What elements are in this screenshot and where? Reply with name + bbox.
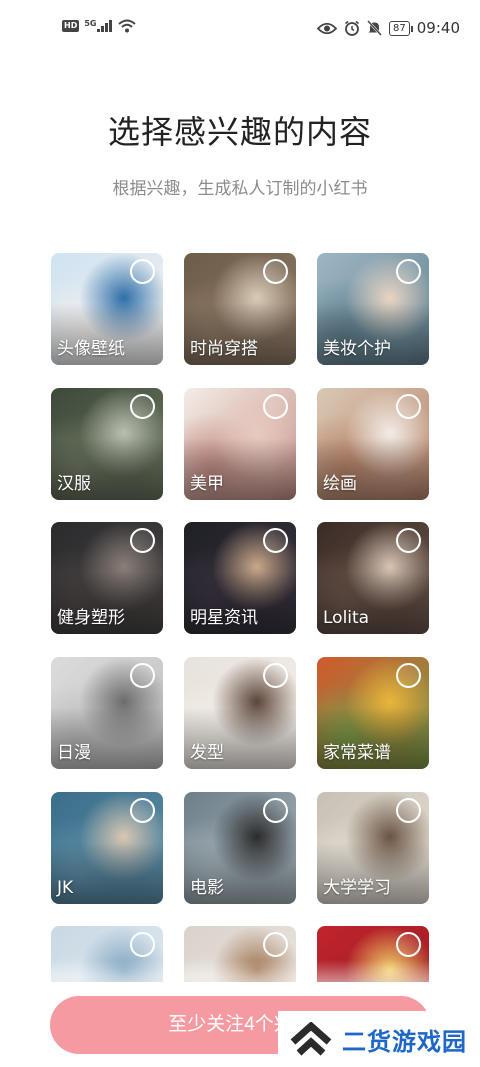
select-circle-icon[interactable]	[130, 259, 155, 284]
category-tile[interactable]: 绘画	[317, 388, 429, 500]
select-circle-icon[interactable]	[396, 663, 421, 688]
category-label: 电影	[190, 878, 224, 898]
category-tile[interactable]: 时尚穿搭	[184, 253, 296, 365]
category-label: Lolita	[323, 608, 370, 628]
select-circle-icon[interactable]	[396, 394, 421, 419]
eye-icon	[317, 22, 338, 34]
select-circle-icon[interactable]	[130, 394, 155, 419]
page-subtitle: 根据兴趣，生成私人订制的小红书	[112, 179, 368, 199]
select-circle-icon[interactable]	[396, 259, 421, 284]
category-tile[interactable]: 发型	[184, 657, 296, 769]
status-bar: HD 5G 87 09:40	[0, 0, 480, 58]
battery-indicator: 87	[389, 20, 413, 36]
status-right: 87 09:40	[317, 19, 460, 37]
alarm-icon	[345, 20, 360, 36]
category-label: 明星资讯	[190, 608, 258, 628]
select-circle-icon[interactable]	[263, 798, 288, 823]
category-label: 日漫	[57, 743, 91, 763]
category-tile[interactable]: 大学学习	[317, 792, 429, 904]
category-tile[interactable]: 明星资讯	[184, 522, 296, 634]
select-circle-icon[interactable]	[263, 259, 288, 284]
category-label: 时尚穿搭	[190, 339, 258, 359]
select-circle-icon[interactable]	[263, 528, 288, 553]
watermark-logo: 二货游戏园	[278, 1011, 480, 1067]
hd-badge: HD	[62, 20, 80, 32]
category-tile[interactable]: Lolita	[317, 522, 429, 634]
network-label: 5G	[84, 18, 97, 28]
select-circle-icon[interactable]	[396, 528, 421, 553]
select-circle-icon[interactable]	[130, 932, 155, 957]
category-tile[interactable]: 汉服	[51, 388, 163, 500]
select-circle-icon[interactable]	[263, 932, 288, 957]
category-label: 家常菜谱	[323, 743, 391, 763]
category-tile[interactable]: 电影	[184, 792, 296, 904]
mute-bell-icon	[367, 20, 382, 36]
select-circle-icon[interactable]	[130, 528, 155, 553]
category-tile[interactable]: 美妆个护	[317, 253, 429, 365]
bottom-fade	[0, 960, 480, 1000]
wifi-icon	[118, 19, 137, 33]
category-label: 美甲	[190, 474, 224, 494]
category-tile[interactable]: 美甲	[184, 388, 296, 500]
select-circle-icon[interactable]	[396, 932, 421, 957]
select-circle-icon[interactable]	[263, 394, 288, 419]
category-label: 绘画	[323, 474, 357, 494]
select-circle-icon[interactable]	[130, 663, 155, 688]
category-label: 发型	[190, 743, 224, 763]
category-tile[interactable]: 健身塑形	[51, 522, 163, 634]
page-title: 选择感兴趣的内容	[107, 113, 372, 151]
category-tile[interactable]: 家常菜谱	[317, 657, 429, 769]
category-label: 美妆个护	[323, 339, 391, 359]
interest-grid: 头像壁纸 时尚穿搭 美妆个护汉服 美甲 绘画健身塑形 明星资讯 Lolita 日漫 发型 家常菜谱…	[51, 253, 429, 982]
status-time: 09:40	[416, 19, 460, 37]
chevron-logo-icon	[290, 1022, 332, 1056]
category-label: 大学学习	[323, 878, 391, 898]
signal-icon	[97, 20, 113, 32]
select-circle-icon[interactable]	[396, 798, 421, 823]
watermark-text: 二货游戏园	[342, 1027, 467, 1056]
select-circle-icon[interactable]	[130, 798, 155, 823]
category-tile[interactable]: 头像壁纸	[51, 253, 163, 365]
category-label: 头像壁纸	[57, 339, 125, 359]
category-tile[interactable]: JK	[51, 792, 163, 904]
status-left: HD 5G	[62, 18, 137, 33]
category-label: JK	[57, 878, 74, 898]
category-label: 汉服	[57, 474, 91, 494]
select-circle-icon[interactable]	[263, 663, 288, 688]
category-tile[interactable]: 日漫	[51, 657, 163, 769]
category-label: 健身塑形	[57, 608, 125, 628]
